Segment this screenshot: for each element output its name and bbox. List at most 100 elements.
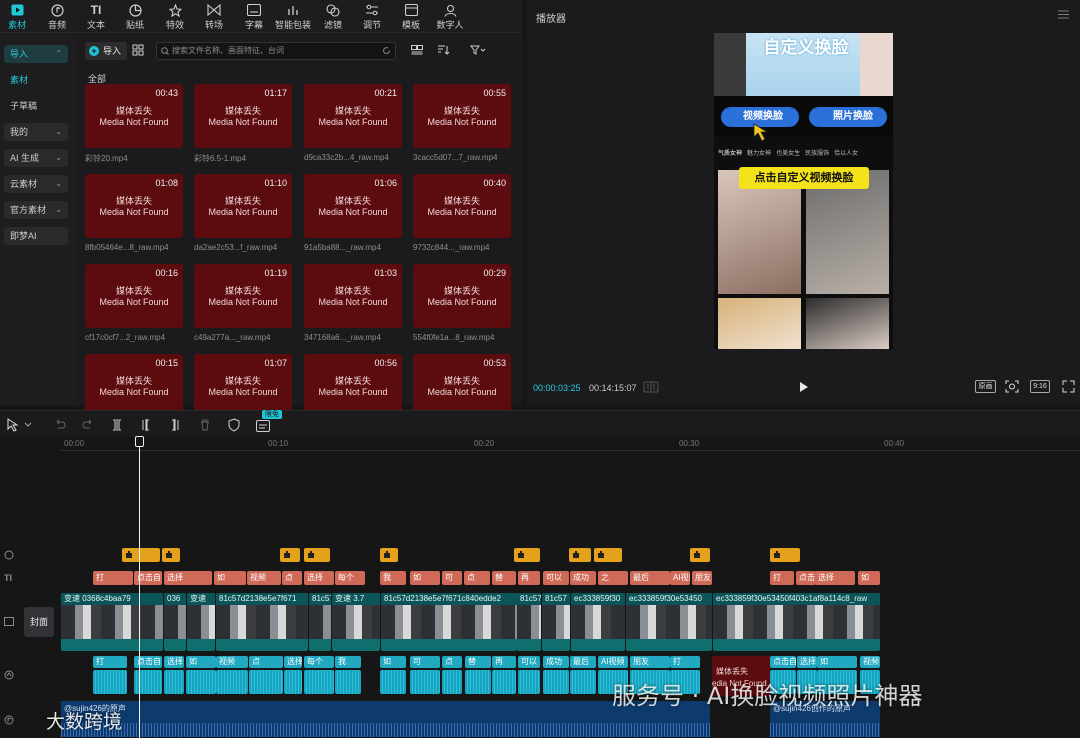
- subtitle-clip[interactable]: 可: [410, 656, 440, 668]
- text-clip[interactable]: 如: [410, 571, 440, 585]
- import-button[interactable]: + 导入: [85, 42, 127, 60]
- media-card[interactable]: 01:19 媒体丢失 Media Not Found: [194, 264, 292, 328]
- fullscreen-fit-icon[interactable]: [1005, 380, 1019, 393]
- subtitle-clip[interactable]: 每个: [304, 656, 334, 668]
- effect-clip[interactable]: [770, 548, 800, 562]
- subtitle-clip[interactable]: 可以: [518, 656, 540, 668]
- text-clip[interactable]: 打: [93, 571, 133, 585]
- grid-view-icon[interactable]: [132, 44, 144, 56]
- split-left-icon[interactable]: [139, 418, 153, 432]
- subtitle-clip[interactable]: 如: [817, 656, 857, 668]
- effect-clip[interactable]: [162, 548, 180, 562]
- audio-waveform[interactable]: [249, 670, 283, 694]
- tool-adjust[interactable]: 调节: [352, 2, 392, 31]
- video-clip[interactable]: 036: [164, 593, 186, 651]
- select-cursor-icon[interactable]: [6, 418, 20, 432]
- text-clip[interactable]: 视频: [247, 571, 281, 585]
- media-card[interactable]: 01:06 媒体丢失 Media Not Found: [304, 174, 402, 238]
- media-card[interactable]: 01:07 媒体丢失 Media Not Found: [194, 354, 292, 418]
- waveform-toggle-icon[interactable]: [643, 381, 659, 393]
- view-mode-icon[interactable]: [411, 45, 423, 55]
- effect-clip[interactable]: [690, 548, 710, 562]
- redo-icon[interactable]: [81, 418, 95, 432]
- audio-waveform[interactable]: [543, 670, 569, 694]
- tool-effects[interactable]: 特效: [155, 2, 195, 31]
- video-clip[interactable]: ec333859f30e53450: [626, 593, 712, 651]
- subtitle-clip[interactable]: 点击自: [770, 656, 796, 668]
- menu-icon[interactable]: [1058, 10, 1069, 19]
- media-card[interactable]: 00:55 媒体丢失 Media Not Found: [413, 84, 511, 148]
- refresh-icon[interactable]: [382, 46, 391, 55]
- tool-filter[interactable]: 滤镜: [313, 2, 353, 31]
- subtitle-clip[interactable]: 替: [465, 656, 491, 668]
- effect-clip[interactable]: [304, 548, 330, 562]
- fullscreen-icon[interactable]: [1062, 380, 1075, 393]
- tool-caption[interactable]: 字幕: [234, 2, 274, 31]
- subtitle-clip[interactable]: 如: [186, 656, 216, 668]
- nav-cloud[interactable]: 云素材 ⌄: [4, 175, 68, 193]
- text-clip[interactable]: 每个: [335, 571, 365, 585]
- text-clip[interactable]: 再: [518, 571, 540, 585]
- cover-button[interactable]: 封面: [24, 607, 54, 637]
- text-clip[interactable]: 点: [282, 571, 302, 585]
- subtitle-clip[interactable]: 视频: [216, 656, 248, 668]
- subtitle-clip[interactable]: 选择: [284, 656, 302, 668]
- subtitle-clip[interactable]: 打: [93, 656, 127, 668]
- tool-sticker[interactable]: 贴纸: [115, 2, 155, 31]
- audio-waveform[interactable]: [304, 670, 334, 694]
- text-clip[interactable]: 点: [464, 571, 490, 585]
- audio-waveform[interactable]: [164, 670, 184, 694]
- subtitle-clip[interactable]: 最后: [570, 656, 596, 668]
- nav-import[interactable]: 导入 ⌃: [4, 45, 68, 63]
- play-icon[interactable]: [799, 381, 809, 393]
- search-input[interactable]: 搜索文件名称、画面特征、台词: [156, 42, 396, 60]
- video-clip[interactable]: 变速 3.7: [332, 593, 380, 651]
- media-card[interactable]: 00:43 媒体丢失 Media Not Found: [85, 84, 183, 148]
- subtitle-clip[interactable]: 打: [670, 656, 700, 668]
- text-clip[interactable]: 如: [858, 571, 880, 585]
- audio-waveform[interactable]: [442, 670, 462, 694]
- tool-text[interactable]: TI 文本: [76, 2, 116, 31]
- subtitle-clip[interactable]: 成功: [543, 656, 569, 668]
- nav-mine[interactable]: 我的 ⌄: [4, 123, 68, 141]
- media-card[interactable]: 00:16 媒体丢失 Media Not Found: [85, 264, 183, 328]
- text-clip[interactable]: 如: [214, 571, 246, 585]
- playhead[interactable]: [139, 438, 140, 738]
- audio-waveform[interactable]: [570, 670, 596, 694]
- subtitle-clip[interactable]: 如: [380, 656, 406, 668]
- video-clip[interactable]: 81c57: [309, 593, 331, 651]
- delete-icon[interactable]: [198, 418, 212, 432]
- subtitle-clip[interactable]: 点: [249, 656, 283, 668]
- text-clip[interactable]: 最后: [630, 571, 670, 585]
- effect-clip[interactable]: [594, 548, 622, 562]
- audio-waveform[interactable]: [380, 670, 406, 694]
- audio-waveform[interactable]: [216, 670, 248, 694]
- aspect-ratio-button[interactable]: 9:16: [1030, 380, 1050, 393]
- effect-clip[interactable]: [280, 548, 300, 562]
- text-clip[interactable]: AI视频: [670, 571, 690, 585]
- subtitle-clip[interactable]: 朋友: [630, 656, 670, 668]
- media-card[interactable]: 00:53 媒体丢失 Media Not Found: [413, 354, 511, 418]
- tool-template[interactable]: 模板: [391, 2, 431, 31]
- text-clip[interactable]: 打: [770, 571, 794, 585]
- audio-waveform[interactable]: [410, 670, 440, 694]
- subtitle-clip[interactable]: 我: [335, 656, 361, 668]
- subtitle-clip[interactable]: 再: [492, 656, 516, 668]
- subtitle-clip[interactable]: 选择: [797, 656, 817, 668]
- text-clip[interactable]: 选择: [815, 571, 855, 585]
- nav-ai-generate[interactable]: AI 生成 ⌄: [4, 149, 68, 167]
- text-clip[interactable]: 点击自: [796, 571, 816, 585]
- video-clip[interactable]: 81c57d2138e5e7f671: [216, 593, 308, 651]
- tool-transition[interactable]: 转场: [194, 2, 234, 31]
- text-clip[interactable]: 我: [380, 571, 406, 585]
- audio-waveform[interactable]: [93, 670, 127, 694]
- media-card[interactable]: 01:17 媒体丢失 Media Not Found: [194, 84, 292, 148]
- tool-media[interactable]: 素材: [0, 2, 37, 31]
- text-clip[interactable]: 朋友: [692, 571, 712, 585]
- nav-jimeng-ai[interactable]: 即梦AI: [4, 227, 68, 245]
- effect-clip[interactable]: [514, 548, 540, 562]
- nav-subdraft[interactable]: 子草稿: [4, 97, 68, 115]
- filter-dropdown-icon[interactable]: [470, 45, 486, 55]
- tool-smart-pack[interactable]: 智能包装: [273, 2, 313, 31]
- nav-official[interactable]: 官方素材 ⌄: [4, 201, 68, 219]
